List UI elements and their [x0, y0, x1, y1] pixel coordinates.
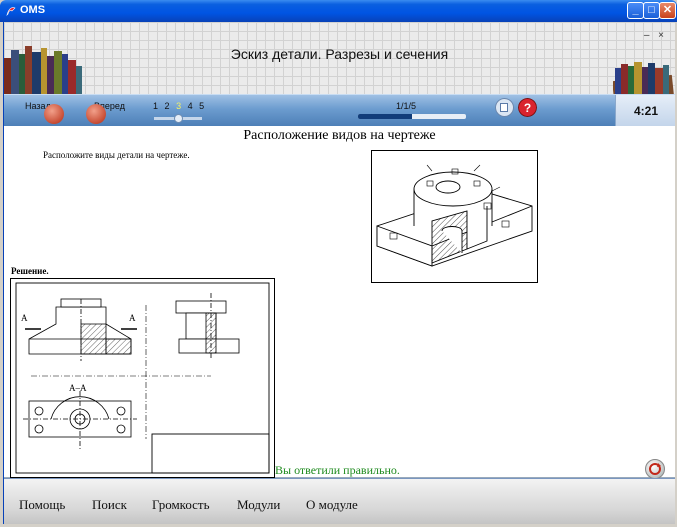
section-marker-right: А	[129, 313, 136, 323]
progress-bar	[358, 114, 466, 119]
lesson-header: Эскиз детали. Разрезы и сечения – ×	[4, 22, 675, 98]
page-slider[interactable]	[154, 114, 202, 123]
footer-menu: Помощь Поиск Громкость Модули О модуле	[4, 478, 675, 524]
page-3-current[interactable]: 3	[176, 101, 181, 111]
maximize-button[interactable]: □	[643, 2, 660, 19]
book-icon[interactable]	[495, 98, 514, 117]
section-a-a-label: А–А	[69, 383, 87, 393]
back-button[interactable]: Назад	[18, 98, 68, 124]
help-icon[interactable]: ?	[518, 98, 537, 117]
close-button[interactable]: ✕	[659, 2, 676, 19]
page-slider-knob[interactable]	[174, 114, 183, 123]
progress-fill	[358, 114, 412, 119]
menu-volume[interactable]: Громкость	[152, 497, 210, 513]
panel-mini-buttons[interactable]: – ×	[644, 30, 667, 41]
page-numbers: 1 2 3 4 5	[153, 101, 208, 111]
menu-search[interactable]: Поиск	[92, 497, 127, 513]
svg-text:?: ?	[524, 101, 531, 115]
progress-label: 1/1/5	[396, 101, 417, 111]
task-instruction: Расположите виды детали на чертеже.	[43, 150, 190, 160]
back-arrow-icon	[44, 104, 64, 124]
lesson-title: Эскиз детали. Разрезы и сечения	[230, 46, 449, 62]
task-panel: Расположение видов на чертеже Расположит…	[4, 126, 675, 479]
minimize-button[interactable]: _	[627, 2, 644, 19]
solution-views: А А А–А	[15, 282, 270, 474]
menu-help[interactable]: Помощь	[19, 497, 65, 513]
bookshelf-right-icon	[613, 62, 674, 98]
app-logo-icon	[6, 7, 16, 16]
solution-drawing: А А А–А	[10, 278, 275, 478]
reset-button[interactable]	[645, 459, 665, 479]
part-illustration	[376, 164, 533, 267]
forward-arrow-icon	[86, 104, 106, 124]
solution-label: Решение.	[11, 266, 49, 276]
section-marker-left: А	[21, 313, 28, 323]
menu-about[interactable]: О модуле	[306, 497, 358, 513]
app-area: Эскиз детали. Разрезы и сечения – × Наза…	[3, 22, 675, 524]
page-1[interactable]: 1	[153, 101, 158, 111]
reload-icon	[649, 463, 661, 475]
timer-value: 4:21	[633, 104, 659, 118]
navigation-bar: Назад Вперед 1 2 3 4 5 1/1/5 ? 4:21	[4, 94, 675, 127]
title-bar: OMS _ □ ✕	[0, 0, 677, 22]
page-2[interactable]: 2	[165, 101, 170, 111]
application-window: OMS _ □ ✕ Эскиз детали. Разрезы и сечени…	[0, 0, 677, 527]
isometric-part-drawing	[371, 150, 538, 283]
page-4[interactable]: 4	[188, 101, 193, 111]
menu-modules[interactable]: Модули	[237, 497, 280, 513]
page-5[interactable]: 5	[199, 101, 204, 111]
feedback-message: Вы ответили правильно.	[275, 463, 400, 477]
forward-button[interactable]: Вперед	[86, 98, 136, 124]
task-topic: Расположение видов на чертеже	[243, 128, 436, 143]
window-title: OMS	[20, 4, 46, 16]
timer: 4:21	[615, 95, 675, 127]
